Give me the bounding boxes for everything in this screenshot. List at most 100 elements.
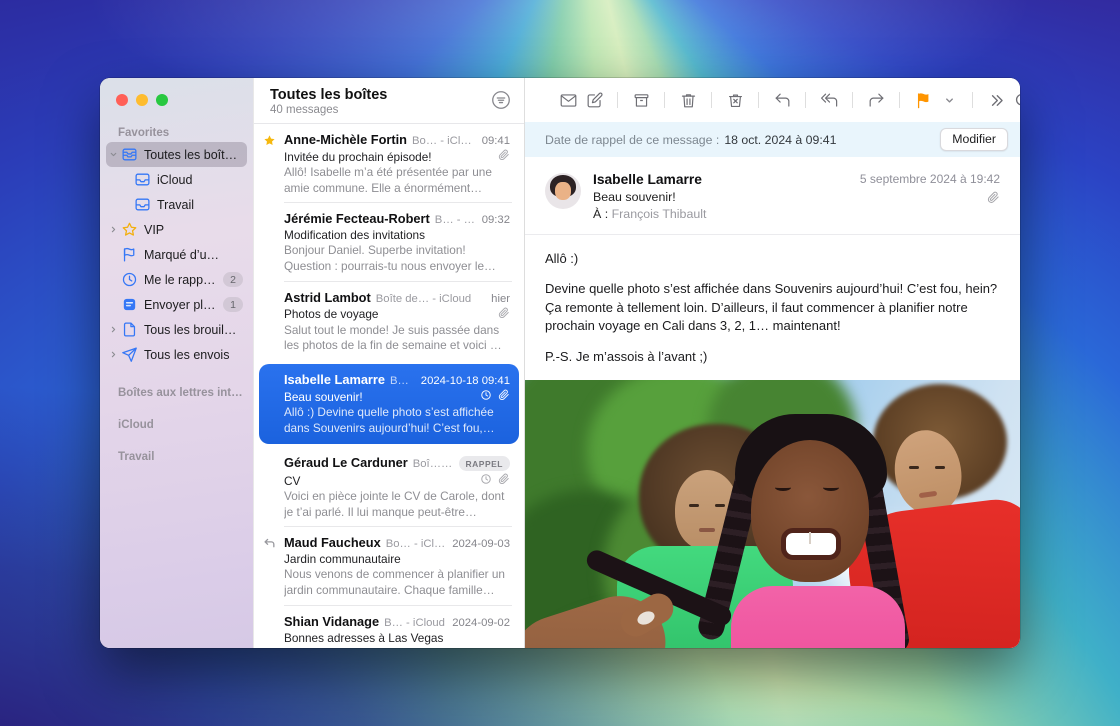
chevron-right-icon[interactable]: [109, 350, 120, 359]
get-mail-button[interactable]: [555, 87, 581, 113]
list-item[interactable]: Anne-Michèle FortinBo… - iCloud09:41 Inv…: [254, 124, 524, 203]
filter-icon[interactable]: [490, 89, 512, 111]
sidebar-item-icloud-inbox[interactable]: iCloud: [106, 167, 247, 192]
person-center-pink-shirt: [731, 586, 905, 648]
flagged-star-icon: [263, 134, 277, 148]
unread-count-badge: 2: [223, 272, 243, 287]
modify-reminder-button[interactable]: Modifier: [940, 128, 1008, 151]
minimize-window-button[interactable]: [136, 94, 148, 106]
rappel-badge: RAPPEL: [459, 456, 510, 471]
reminder-banner: Date de rappel de ce message : 18 oct. 2…: [525, 122, 1020, 157]
chevron-down-icon[interactable]: [109, 150, 120, 159]
message-pane: Date de rappel de ce message : 18 oct. 2…: [525, 78, 1020, 648]
message-count: 40 messages: [270, 104, 510, 116]
inbox-icon: [134, 171, 151, 188]
sidebar: Favorites Toutes les boît… iCloud Travai…: [100, 78, 253, 648]
flag-chevron-down-icon[interactable]: [936, 87, 962, 113]
body-paragraph: Devine quelle photo s’est affichée dans …: [545, 280, 1000, 335]
clock-icon: [480, 389, 492, 404]
sidebar-item-label: Toutes les boît…: [144, 148, 243, 162]
delete-button[interactable]: [675, 87, 701, 113]
reply-all-button[interactable]: [816, 87, 842, 113]
reply-button[interactable]: [769, 87, 795, 113]
chevron-right-icon[interactable]: [109, 325, 120, 334]
clock-icon: [480, 473, 492, 488]
search-icon[interactable]: [1009, 87, 1020, 113]
avatar-face: [555, 182, 570, 199]
paperclip-icon: [498, 389, 510, 404]
list-item[interactable]: Shian VidanageB… - iCloud2024-09-02 Bonn…: [254, 606, 524, 648]
junk-button[interactable]: [722, 87, 748, 113]
archive-button[interactable]: [628, 87, 654, 113]
list-item[interactable]: Jérémie Fecteau-RobertB… - i…09:32 Modif…: [254, 203, 524, 281]
body-paragraph: Allô :): [545, 250, 1000, 268]
sidebar-item-all-inboxes[interactable]: Toutes les boît…: [106, 142, 247, 167]
sidebar-item-vip[interactable]: VIP: [106, 217, 247, 242]
favorites-section-header: Favorites: [118, 78, 253, 139]
chevron-right-icon[interactable]: [109, 225, 120, 234]
compose-button[interactable]: [581, 87, 607, 113]
sidebar-item-send-later[interactable]: Envoyer pl… 1: [106, 292, 247, 317]
window-controls: [116, 94, 168, 106]
subject: Photos de voyage: [284, 307, 378, 321]
message-rows: Anne-Michèle FortinBo… - iCloud09:41 Inv…: [254, 124, 524, 648]
preview-text: Bonjour Daniel. Superbe invitation! Ques…: [284, 243, 510, 274]
subject: Bonnes adresses à Las Vegas: [284, 631, 443, 645]
paperclip-icon: [498, 307, 510, 322]
person-center-smile: [781, 528, 841, 560]
subject: Modification des invitations: [284, 228, 425, 242]
recipient-name[interactable]: François Thibault: [612, 207, 707, 221]
sidebar-item-travail-inbox[interactable]: Travail: [106, 192, 247, 217]
paper-plane-icon: [121, 346, 138, 363]
sidebar-item-label: iCloud: [157, 173, 243, 187]
clock-icon: [121, 271, 138, 288]
mailbox-title: Toutes les boîtes: [270, 87, 510, 103]
preview-text: Allô :) Devine quelle photo s’est affich…: [284, 405, 510, 436]
list-item-selected[interactable]: Isabelle LamarreB…2024-10-18 09:41 Beau …: [259, 364, 519, 443]
count-badge: 1: [223, 297, 243, 312]
travail-section-header[interactable]: Travail: [118, 451, 253, 463]
message-subject: Beau souvenir!: [593, 190, 1000, 204]
list-item[interactable]: Astrid LambotBoîte de… - iCloudhier Phot…: [254, 282, 524, 361]
to-label: À :: [593, 207, 608, 221]
preview-text: Voici en pièce jointe le CV de Carole, d…: [284, 489, 510, 520]
send-later-icon: [121, 296, 138, 313]
sender-avatar[interactable]: [545, 173, 581, 209]
sidebar-item-label: VIP: [144, 223, 243, 237]
mail-window: Favorites Toutes les boît… iCloud Travai…: [100, 78, 1020, 648]
inbox-icon: [134, 196, 151, 213]
desktop-wallpaper: Favorites Toutes les boît… iCloud Travai…: [0, 0, 1120, 726]
subject: Jardin communautaire: [284, 552, 401, 566]
message-body: Allô :) Devine quelle photo s’est affich…: [525, 235, 1020, 380]
smart-mailboxes-section-header[interactable]: Boîtes aux lettres int…: [118, 387, 253, 399]
message-header: Isabelle Lamarre Beau souvenir! À : Fran…: [525, 157, 1020, 235]
message-list: Toutes les boîtes 40 messages Anne-Michè…: [253, 78, 525, 648]
message-date: 5 septembre 2024 à 19:42: [860, 172, 1000, 186]
sidebar-item-label: Marqué d’u…: [144, 248, 243, 262]
sidebar-item-label: Travail: [157, 198, 243, 212]
more-toolbar-items-icon[interactable]: [983, 87, 1009, 113]
sidebar-item-label: Me le rapp…: [144, 273, 223, 287]
flag-button[interactable]: [910, 87, 936, 113]
forward-button[interactable]: [863, 87, 889, 113]
flag-icon: [121, 246, 138, 263]
preview-text: Salut tout le monde! Je suis passée dans…: [284, 323, 510, 354]
attachment-photo[interactable]: [525, 380, 1020, 648]
sidebar-item-flagged[interactable]: Marqué d’u…: [106, 242, 247, 267]
message-list-header: Toutes les boîtes 40 messages: [254, 78, 524, 124]
toolbar: [525, 78, 1020, 122]
zoom-window-button[interactable]: [156, 94, 168, 106]
preview-text: Allô! Isabelle m’a été présentée par une…: [284, 165, 510, 196]
star-icon: [121, 221, 138, 238]
sidebar-item-sent[interactable]: Tous les envois: [106, 342, 247, 367]
close-window-button[interactable]: [116, 94, 128, 106]
list-item[interactable]: Maud FaucheuxBo… - iCl…2024-09-03 Jardin…: [254, 527, 524, 605]
preview-text: Je suis tellement jaloux! Ça fait une ét…: [284, 646, 510, 648]
sidebar-item-drafts[interactable]: Tous les brouil…: [106, 317, 247, 342]
subject: Beau souvenir!: [284, 390, 363, 404]
replied-arrow-icon: [263, 537, 277, 551]
icloud-section-header[interactable]: iCloud: [118, 419, 253, 431]
subject: CV: [284, 474, 300, 488]
list-item[interactable]: Géraud Le CardunerBoî… - iCl…RAPPEL CV V…: [254, 447, 524, 528]
sidebar-item-remind-me[interactable]: Me le rapp… 2: [106, 267, 247, 292]
